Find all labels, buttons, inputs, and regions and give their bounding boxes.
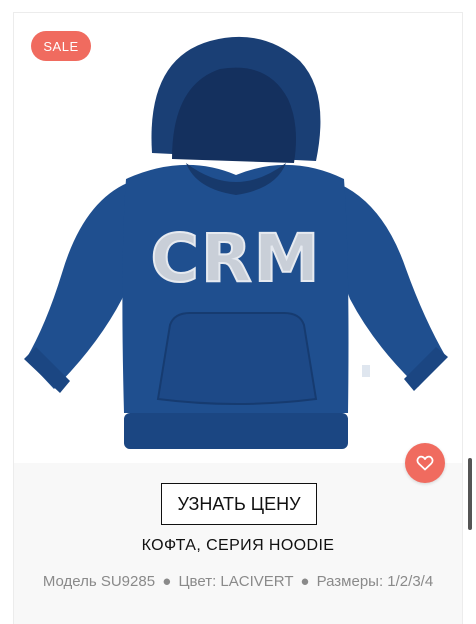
product-model: Модель SU9285	[42, 573, 156, 590]
product-sizes: Размеры: 1/2/3/4	[316, 573, 434, 590]
hoodie-print-text: CRM	[151, 220, 322, 297]
heart-icon	[416, 455, 434, 471]
meta-separator: ●	[300, 573, 310, 590]
hoodie-pocket	[156, 312, 318, 405]
product-image[interactable]: CRM SALE	[14, 13, 462, 463]
meta-separator: ●	[162, 573, 172, 590]
product-meta: Модель SU9285 ● Цвет: LACIVERT ● Размеры…	[14, 573, 462, 590]
hoodie-waistband	[124, 413, 348, 449]
product-title[interactable]: КОФТА, СЕРИЯ HOODIE	[14, 537, 462, 555]
product-color: Цвет: LACIVERT	[178, 573, 294, 590]
hoodie-image: CRM	[24, 36, 448, 449]
sale-badge: SALE	[31, 31, 91, 61]
hoodie-tag	[362, 365, 370, 377]
favorite-button[interactable]	[405, 443, 445, 483]
product-card[interactable]: CRM SALE УЗНАТЬ ЦЕНУ КОФТА, СЕРИЯ HOODIE…	[13, 12, 463, 624]
request-price-button[interactable]: УЗНАТЬ ЦЕНУ	[161, 483, 317, 525]
scrollbar[interactable]	[468, 458, 472, 530]
